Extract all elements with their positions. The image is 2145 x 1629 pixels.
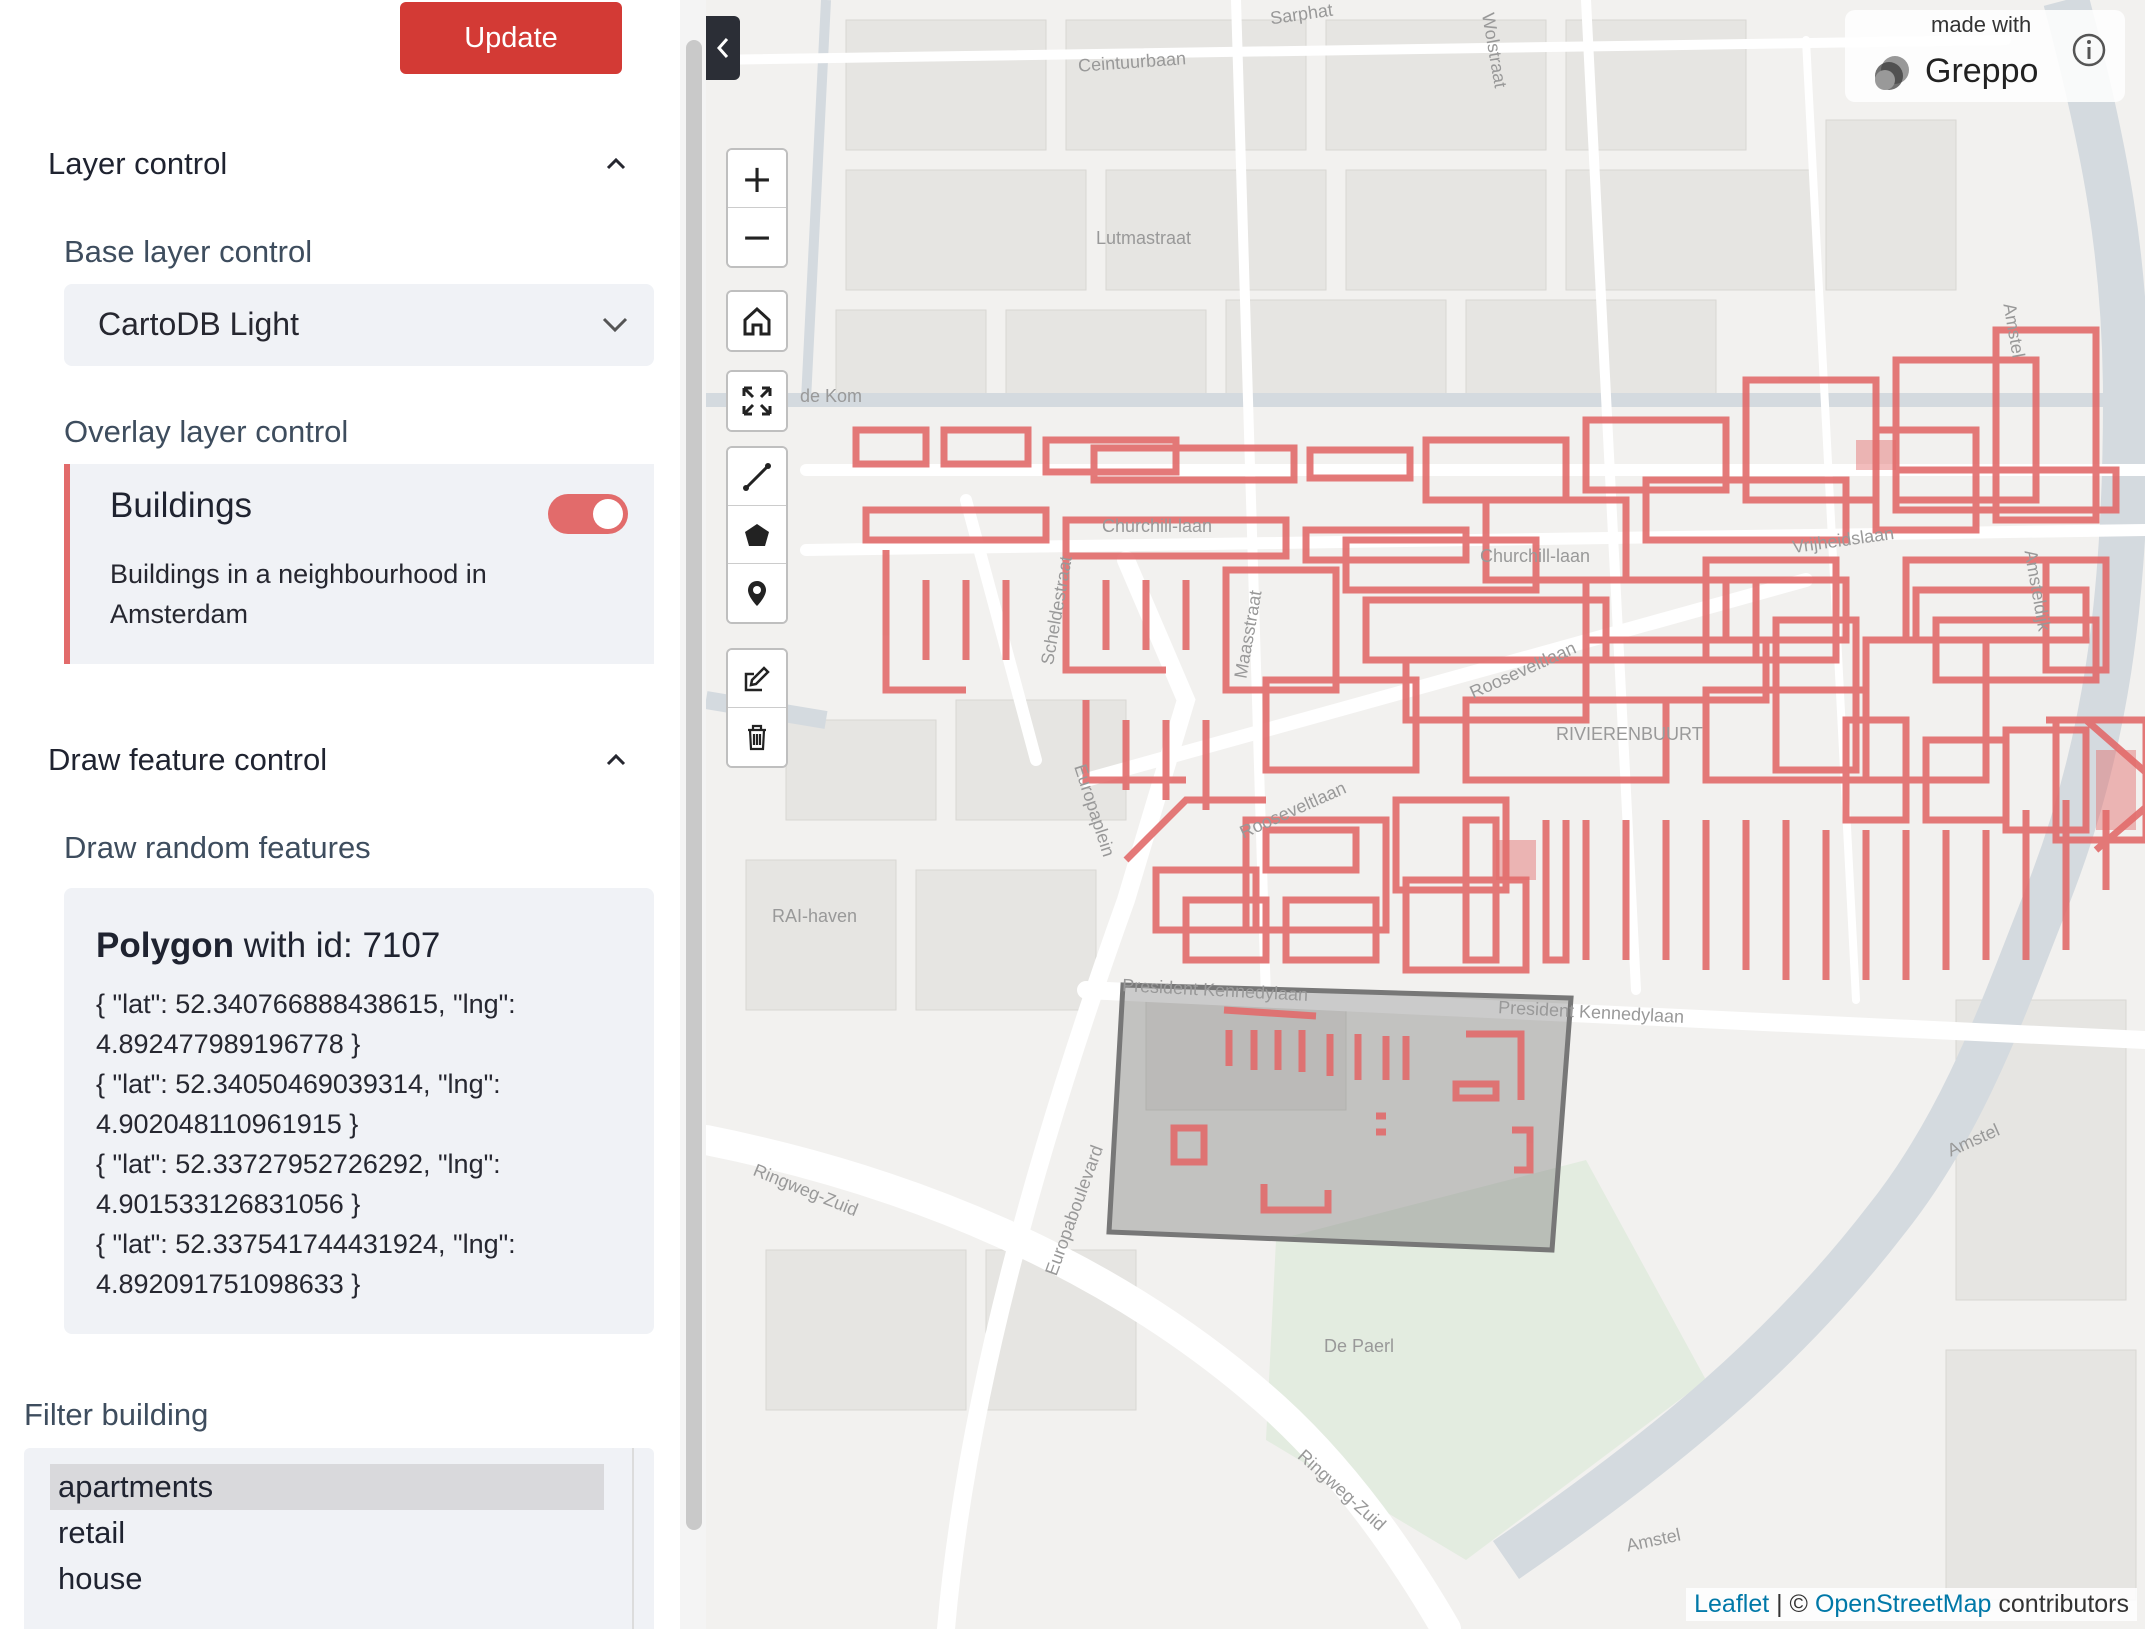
filter-option-retail[interactable]: retail <box>50 1510 604 1556</box>
toggle-knob <box>593 499 623 529</box>
street-label: De Paerl <box>1324 1336 1395 1356</box>
coordinate-line: 4.901533126831056 } <box>96 1189 361 1219</box>
street-label: de Kom <box>800 386 863 406</box>
zoom-in-button[interactable]: + <box>728 150 786 208</box>
filter-option-apartments[interactable]: apartments <box>50 1464 604 1510</box>
edit-layers-button[interactable] <box>728 650 786 708</box>
fullscreen-button[interactable] <box>728 372 786 430</box>
filter-option-house[interactable]: house <box>50 1556 604 1602</box>
collapse-sidebar-button[interactable] <box>706 16 740 80</box>
sidebar-scrollbar[interactable] <box>686 40 702 1530</box>
coordinate-line: 4.902048110961915 } <box>96 1109 359 1139</box>
coordinate-line: { "lat": 52.340766888438615, "lng": <box>96 989 516 1019</box>
edit-icon <box>744 665 770 691</box>
feature-title: Polygon with id: 7107 <box>96 926 440 966</box>
chevron-up-icon[interactable] <box>604 152 628 176</box>
coordinate-line: { "lat": 52.337541744431924, "lng": <box>96 1229 516 1259</box>
attribution-suffix: contributors <box>1991 1590 2129 1618</box>
home-icon <box>743 306 771 336</box>
draw-marker-button[interactable] <box>728 564 786 622</box>
edit-toolbar <box>726 648 788 768</box>
polygon-icon <box>745 523 769 546</box>
overlay-layer-description: Buildings in a neighbourhood in Amsterda… <box>110 559 487 629</box>
openstreetmap-link[interactable]: OpenStreetMap <box>1815 1590 1992 1618</box>
greppo-name: Greppo <box>1925 52 2039 90</box>
base-layer-selected-value: CartoDB Light <box>98 306 299 342</box>
street-label: Churchill-laan <box>1480 546 1591 566</box>
greppo-logo-icon <box>1875 56 1909 90</box>
base-layer-control-label: Base layer control <box>64 234 313 269</box>
zoom-control: + − <box>726 148 788 268</box>
draw-polyline-button[interactable] <box>728 448 786 506</box>
map-attribution: Leaflet | © OpenStreetMap contributors <box>1686 1588 2137 1621</box>
coordinate-line: { "lat": 52.34050469039314, "lng": <box>96 1069 501 1099</box>
delete-layers-button[interactable] <box>728 708 786 766</box>
draw-control-title: Draw feature control <box>48 742 328 777</box>
filter-scrollbar[interactable] <box>632 1448 634 1629</box>
update-button[interactable]: Update <box>400 2 622 74</box>
layer-control-header[interactable]: Layer control <box>48 146 628 182</box>
leaflet-link[interactable]: Leaflet <box>1694 1590 1769 1618</box>
draw-random-features-label: Draw random features <box>64 830 371 865</box>
feature-type: Polygon <box>96 926 235 965</box>
coordinate-line: { "lat": 52.33727952726292, "lng": <box>96 1149 501 1179</box>
filter-building-label: Filter building <box>24 1397 209 1432</box>
polyline-icon <box>743 462 771 491</box>
zoom-out-button[interactable]: − <box>728 208 786 266</box>
draw-polygon-button[interactable] <box>728 506 786 564</box>
coordinate-line: 4.892091751098633 } <box>96 1269 361 1299</box>
overlay-layer-toggle[interactable] <box>548 494 628 534</box>
draw-control-header[interactable]: Draw feature control <box>48 742 628 778</box>
chevron-down-icon <box>602 317 628 333</box>
map[interactable]: Ceintuurbaan Sarphat Lutmastraat de Kom … <box>706 0 2145 1629</box>
map-pin-icon <box>748 581 766 606</box>
coordinate-line: 4.892477989196778 } <box>96 1029 361 1059</box>
sidebar: Update Layer control Base layer control … <box>0 0 680 1629</box>
street-label: RIVIERENBUURT <box>1556 724 1703 744</box>
filter-building-multiselect[interactable]: apartments retail house <box>24 1448 654 1629</box>
attribution-separator: | © <box>1769 1590 1815 1618</box>
home-control <box>726 290 788 352</box>
feature-coordinates: { "lat": 52.340766888438615, "lng": 4.89… <box>96 984 616 1304</box>
feature-id: with id: 7107 <box>243 926 441 965</box>
fullscreen-control <box>726 370 788 432</box>
greppo-badge[interactable]: made with Greppo <box>1845 10 2125 102</box>
overlay-layer-control-label: Overlay layer control <box>64 414 349 449</box>
trash-icon <box>748 724 766 751</box>
chevron-left-icon <box>716 38 729 58</box>
overlay-layer-name: Buildings <box>110 486 253 525</box>
layer-control-title: Layer control <box>48 146 228 181</box>
fullscreen-icon <box>742 386 772 416</box>
street-label: RAI-haven <box>772 906 858 926</box>
street-label: Lutmastraat <box>1096 228 1192 248</box>
home-button[interactable] <box>728 292 786 350</box>
base-layer-select[interactable]: CartoDB Light <box>64 284 654 366</box>
feature-card: Polygon with id: 7107 { "lat": 52.340766… <box>64 888 654 1334</box>
overlay-layer-card: Buildings Buildings in a neighbourhood i… <box>64 464 654 664</box>
chevron-up-icon[interactable] <box>604 748 628 772</box>
draw-toolbar <box>726 446 788 624</box>
made-with-text: made with <box>1931 12 2032 37</box>
info-icon[interactable] <box>2071 32 2107 68</box>
street-label: Churchill-laan <box>1102 516 1213 536</box>
map-basemap[interactable] <box>706 0 2145 1629</box>
